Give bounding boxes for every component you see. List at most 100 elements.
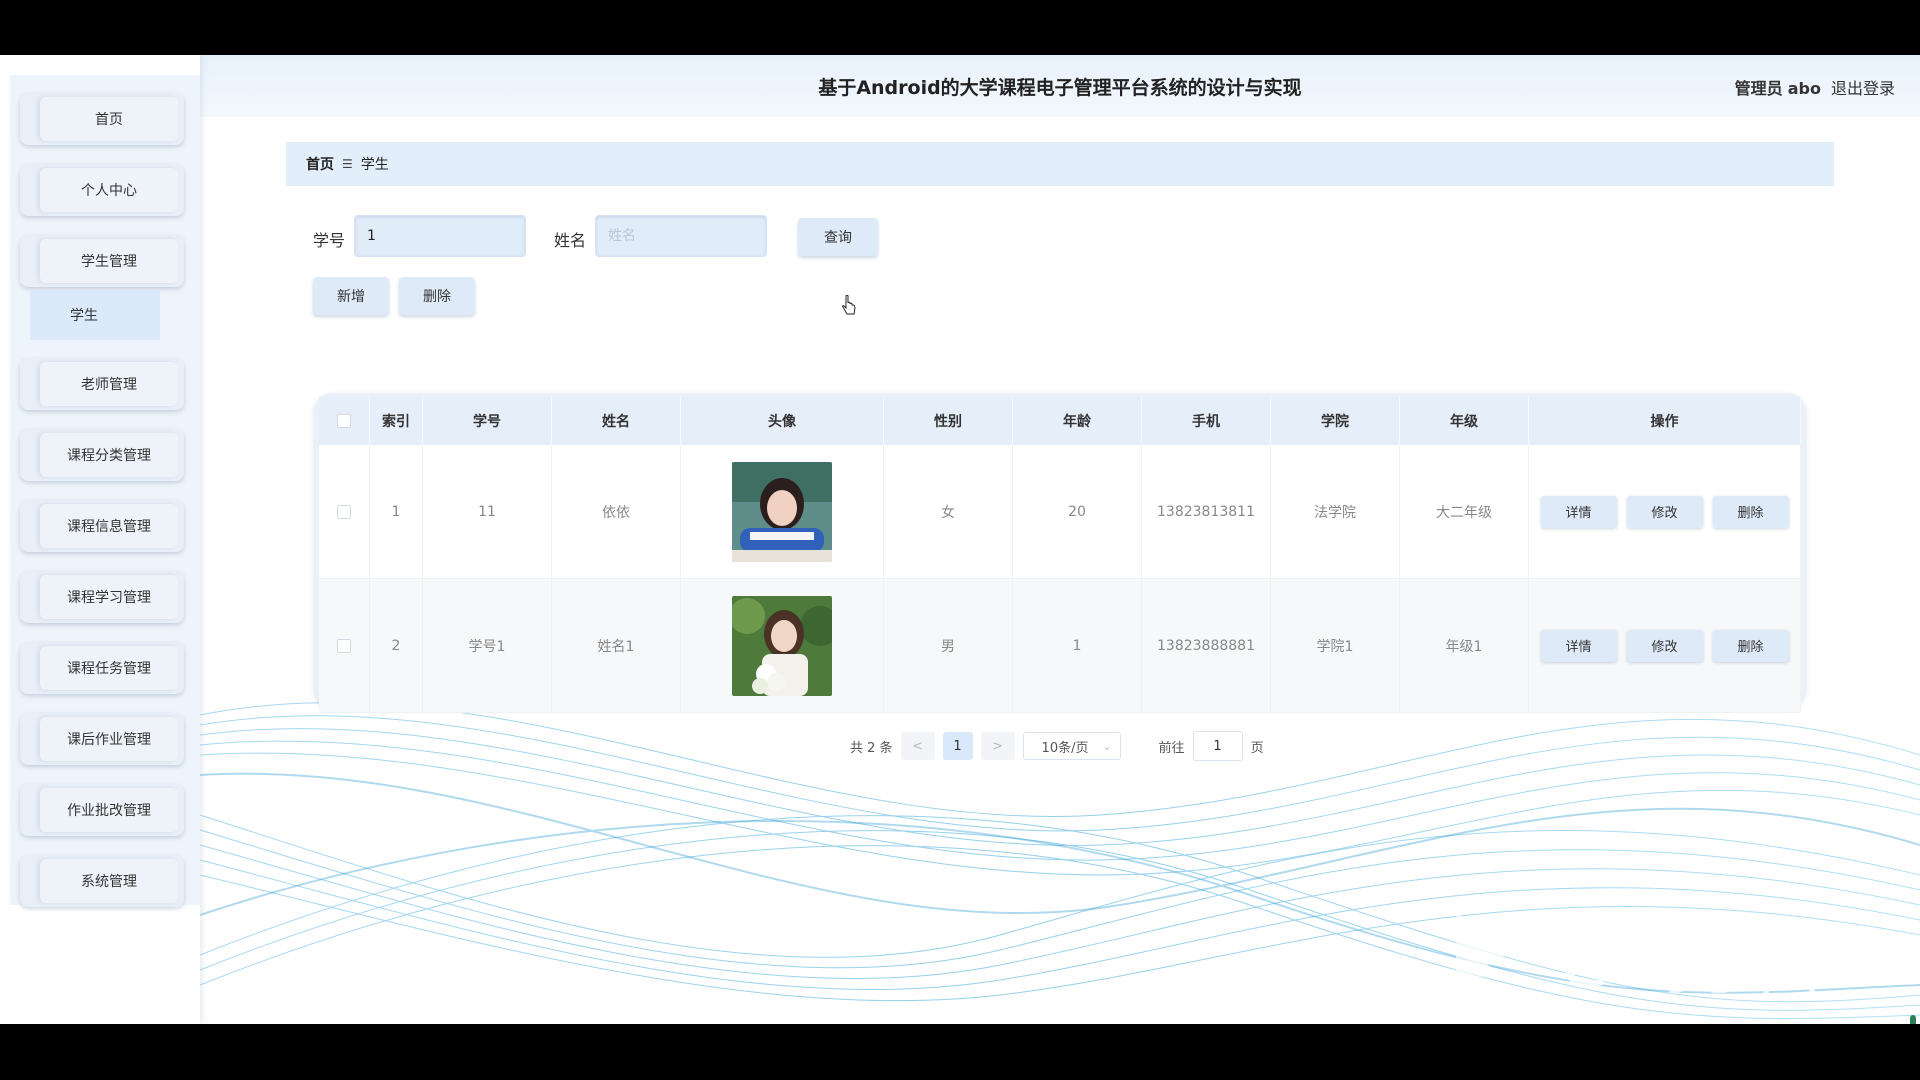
pagination: 共 2 条 < 1 > 10条/页 ⌄ 前往 页 bbox=[850, 731, 1264, 761]
ev-watermark-logo: eV剪辑 bbox=[1450, 905, 1824, 1015]
detail-button[interactable]: 详情 bbox=[1540, 629, 1617, 662]
chevron-down-icon: ⌄ bbox=[1102, 739, 1112, 753]
name-label: 姓名 bbox=[554, 231, 587, 250]
video-letterbox-bottom bbox=[0, 1024, 1920, 1080]
cell-actions: 详情 修改 删除 bbox=[1528, 445, 1801, 579]
goto-label: 前往 bbox=[1158, 740, 1185, 756]
sidebar-item-home[interactable]: 首页 bbox=[20, 93, 184, 145]
sidebar-item-label: 课程学习管理 bbox=[40, 575, 178, 619]
avatar bbox=[732, 595, 832, 696]
column-header: 年级 bbox=[1399, 397, 1529, 445]
sidebar-item-label: 老师管理 bbox=[40, 362, 178, 406]
breadcrumb-home[interactable]: 首页 bbox=[306, 154, 334, 174]
sidebar-subitem-student[interactable]: 学生 bbox=[30, 290, 160, 340]
select-all-checkbox[interactable] bbox=[337, 414, 351, 428]
cell-gender: 男 bbox=[883, 578, 1013, 713]
sidebar-item-label: 课后作业管理 bbox=[40, 717, 178, 761]
column-header: 操作 bbox=[1528, 397, 1801, 445]
sidebar-item-homework-grading[interactable]: 作业批改管理 bbox=[20, 784, 184, 836]
cell-college: 法学院 bbox=[1270, 445, 1400, 579]
row-checkbox[interactable] bbox=[337, 638, 351, 653]
breadcrumb-current: 学生 bbox=[360, 157, 389, 173]
sidebar-item-label: 首页 bbox=[40, 97, 178, 141]
student-table-container: 索引 学号 姓名 头像 性别 年龄 手机 学院 年级 操作 1 11 依依 女 … bbox=[315, 393, 1805, 713]
row-select-cell bbox=[319, 445, 370, 579]
edit-button[interactable]: 修改 bbox=[1626, 629, 1703, 662]
delete-button[interactable]: 删除 bbox=[1712, 629, 1789, 662]
sidebar: 首页 个人中心 学生管理 学生 老师管理 课程分类管理 课程信息管理 课程学习管… bbox=[0, 55, 200, 1024]
edit-button[interactable]: 修改 bbox=[1626, 495, 1703, 528]
next-page-button[interactable]: > bbox=[980, 732, 1015, 760]
column-header: 手机 bbox=[1141, 397, 1271, 445]
column-header: 索引 bbox=[369, 397, 423, 445]
name-input[interactable] bbox=[595, 215, 767, 257]
page-title: 基于Android的大学课程电子管理平台系统的设计与实现 bbox=[818, 77, 1302, 99]
goto-page-input[interactable] bbox=[1192, 731, 1243, 761]
query-button[interactable]: 查询 bbox=[798, 218, 878, 256]
sidebar-item-label: 个人中心 bbox=[40, 168, 178, 212]
page-size-select[interactable]: 10条/页 ⌄ bbox=[1022, 732, 1121, 760]
cell-phone: 13823813811 bbox=[1141, 445, 1271, 579]
cell-college: 学院1 bbox=[1270, 578, 1400, 713]
goto-suffix: 页 bbox=[1250, 740, 1264, 756]
sidebar-item-label: 作业批改管理 bbox=[40, 788, 178, 832]
column-header: 年龄 bbox=[1012, 397, 1142, 445]
sidebar-item-label: 课程任务管理 bbox=[40, 646, 178, 690]
logout-link[interactable]: 退出登录 bbox=[1831, 75, 1895, 99]
column-header: 姓名 bbox=[551, 397, 681, 445]
video-letterbox-top bbox=[0, 0, 1920, 55]
column-header: 性别 bbox=[883, 397, 1013, 445]
sidebar-item-homework[interactable]: 课后作业管理 bbox=[20, 713, 184, 765]
app-window: 首页 个人中心 学生管理 学生 老师管理 课程分类管理 课程信息管理 课程学习管… bbox=[0, 55, 1920, 1024]
scrollbar-thumb[interactable] bbox=[1910, 1015, 1916, 1024]
sidebar-item-student-management[interactable]: 学生管理 bbox=[20, 235, 184, 287]
table-row: 1 11 依依 女 20 13823813811 法学院 大二年级 详情 修改 … bbox=[319, 445, 1801, 579]
cell-age: 1 bbox=[1012, 578, 1142, 713]
sidebar-item-label: 学生管理 bbox=[40, 239, 178, 283]
add-button[interactable]: 新增 bbox=[313, 277, 389, 315]
sidebar-item-course-study[interactable]: 课程学习管理 bbox=[20, 571, 184, 623]
cell-avatar bbox=[680, 445, 884, 579]
pagination-total: 共 2 条 bbox=[850, 740, 893, 756]
sidebar-item-course-task[interactable]: 课程任务管理 bbox=[20, 642, 184, 694]
cell-gender: 女 bbox=[883, 445, 1013, 579]
cell-phone: 13823888881 bbox=[1141, 578, 1271, 713]
sidebar-item-label: 系统管理 bbox=[40, 859, 178, 903]
column-header: 学院 bbox=[1270, 397, 1400, 445]
cell-student-no: 11 bbox=[422, 445, 552, 579]
cell-grade: 大二年级 bbox=[1399, 445, 1529, 579]
cell-name: 姓名1 bbox=[551, 578, 681, 713]
student-table: 索引 学号 姓名 头像 性别 年龄 手机 学院 年级 操作 1 11 依依 女 … bbox=[319, 397, 1801, 713]
row-select-cell bbox=[319, 578, 370, 713]
sidebar-item-personal-center[interactable]: 个人中心 bbox=[20, 164, 184, 216]
mouse-pointer-icon bbox=[842, 295, 856, 315]
user-info: 管理员 abo bbox=[1735, 75, 1821, 99]
sidebar-item-system[interactable]: 系统管理 bbox=[20, 855, 184, 907]
cell-index: 1 bbox=[369, 445, 423, 579]
row-checkbox[interactable] bbox=[337, 504, 351, 519]
cell-index: 2 bbox=[369, 578, 423, 713]
student-no-input[interactable] bbox=[354, 215, 526, 257]
page-number-current[interactable]: 1 bbox=[942, 732, 973, 760]
table-header-row: 索引 学号 姓名 头像 性别 年龄 手机 学院 年级 操作 bbox=[319, 397, 1801, 445]
column-header: 学号 bbox=[422, 397, 552, 445]
user-area: 管理员 abo 退出登录 bbox=[1735, 75, 1895, 99]
sidebar-item-course-category[interactable]: 课程分类管理 bbox=[20, 429, 184, 481]
cell-student-no: 学号1 bbox=[422, 578, 552, 713]
select-all-cell bbox=[319, 397, 370, 445]
cell-name: 依依 bbox=[551, 445, 681, 579]
page-size-value: 10条/页 bbox=[1041, 740, 1089, 756]
cell-actions: 详情 修改 删除 bbox=[1528, 578, 1801, 713]
student-no-label: 学号 bbox=[313, 231, 346, 250]
user-name: abo bbox=[1787, 79, 1821, 98]
batch-delete-button[interactable]: 删除 bbox=[399, 277, 475, 315]
sidebar-item-teacher-management[interactable]: 老师管理 bbox=[20, 358, 184, 410]
sidebar-item-course-info[interactable]: 课程信息管理 bbox=[20, 500, 184, 552]
user-role: 管理员 bbox=[1734, 79, 1783, 98]
prev-page-button[interactable]: < bbox=[900, 732, 935, 760]
detail-button[interactable]: 详情 bbox=[1540, 495, 1617, 528]
column-header: 头像 bbox=[680, 397, 884, 445]
cell-age: 20 bbox=[1012, 445, 1142, 579]
top-header: 基于Android的大学课程电子管理平台系统的设计与实现 管理员 abo 退出登… bbox=[200, 55, 1920, 117]
delete-button[interactable]: 删除 bbox=[1712, 495, 1789, 528]
